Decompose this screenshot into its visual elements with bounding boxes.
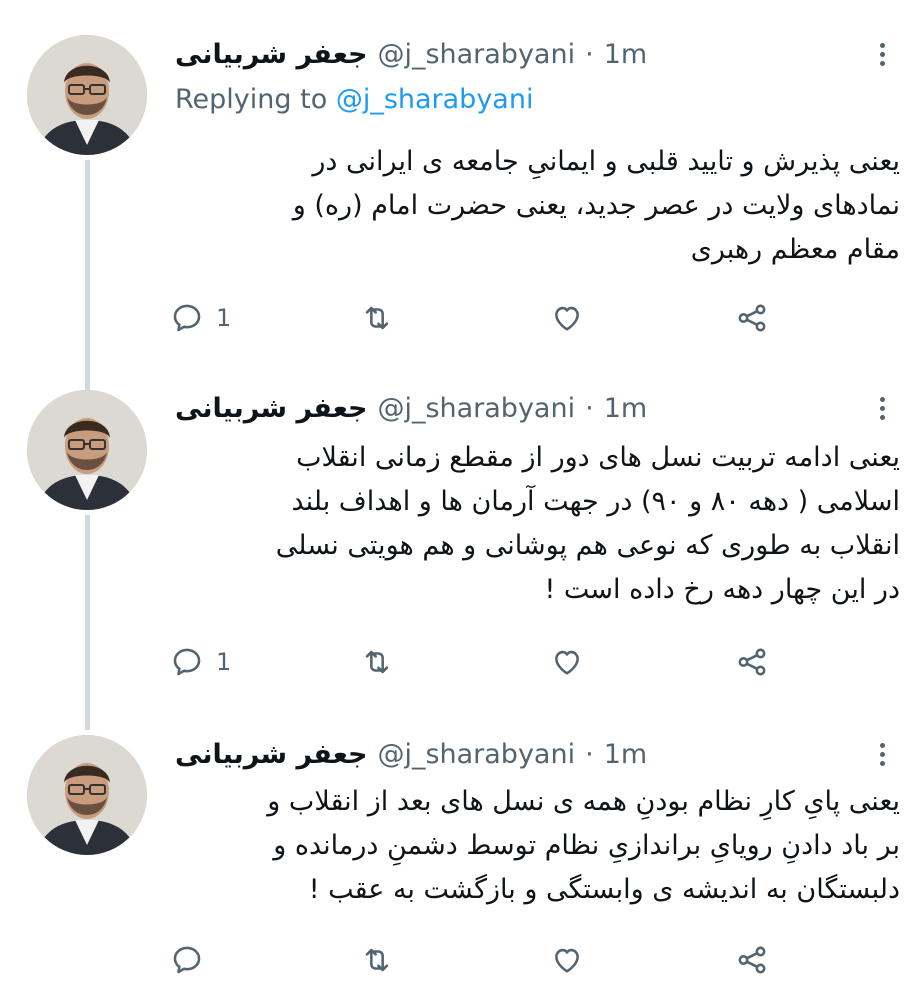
separator-dot: · xyxy=(585,738,594,770)
share-button[interactable] xyxy=(735,940,769,980)
avatar[interactable] xyxy=(27,35,147,155)
avatar[interactable] xyxy=(27,390,147,510)
share-button[interactable] xyxy=(735,298,769,338)
author-name[interactable]: جعفر شربیانی xyxy=(175,393,367,424)
like-button[interactable] xyxy=(550,940,584,980)
retweet-icon xyxy=(365,948,389,972)
tweet-text: یعنی پذیرش و تایید قلبی و ایمانیِ جامعه … xyxy=(170,140,900,272)
timestamp[interactable]: 1m xyxy=(604,393,647,424)
tweet-text-line: یعنی پذیرش و تایید قلبی و ایمانیِ جامعه … xyxy=(312,146,900,177)
retweet-icon xyxy=(365,306,389,330)
author-name[interactable]: جعفر شربیانی xyxy=(175,39,367,70)
reply-count: 1 xyxy=(216,304,232,332)
replying-handle-link[interactable]: @j_sharabyani xyxy=(336,84,534,115)
reply-button[interactable]: 1 xyxy=(170,642,231,682)
tweet-text: یعنی ادامه تربیت نسل های دور از مقطع زما… xyxy=(170,436,900,612)
avatar[interactable] xyxy=(27,735,147,855)
author-handle[interactable]: @j_sharabyani xyxy=(377,39,575,70)
tweet-text: یعنی پایِ کارِ نظام بودنِ همه ی نسل های … xyxy=(170,780,900,912)
retweet-button[interactable] xyxy=(360,298,394,338)
thread-connector xyxy=(85,160,90,390)
author-name[interactable]: جعفر شربیانی xyxy=(175,739,367,770)
reply-count: 1 xyxy=(216,648,232,676)
replying-to: Replying to @j_sharabyani xyxy=(175,84,533,115)
tweet-thread: جعفر شربیانی @j_sharabyani · 1m Replying… xyxy=(0,0,923,1000)
tweet-text-line: یعنی ادامه تربیت نسل های دور از مقطع زما… xyxy=(296,442,900,473)
tweet-text-line: یعنی پایِ کارِ نظام بودنِ همه ی نسل های … xyxy=(267,786,900,817)
tweet-actions: 1 xyxy=(170,298,810,338)
more-options-icon[interactable] xyxy=(875,388,889,428)
reply-icon xyxy=(173,946,201,974)
thread-connector xyxy=(85,515,90,730)
tweet-actions xyxy=(170,940,810,980)
more-options-icon[interactable] xyxy=(875,734,889,774)
tweet-text-line: مقام معظم رهبری xyxy=(690,234,900,265)
tweet-actions: 1 xyxy=(170,642,810,682)
replying-prefix: Replying to xyxy=(175,84,328,115)
author-handle[interactable]: @j_sharabyani xyxy=(377,393,575,424)
separator-dot: · xyxy=(585,38,594,70)
retweet-icon xyxy=(365,650,389,674)
avatar-image xyxy=(27,35,147,155)
share-button[interactable] xyxy=(735,642,769,682)
reply-button[interactable] xyxy=(170,940,216,980)
avatar-image xyxy=(27,735,147,855)
share-icon xyxy=(738,648,766,676)
tweet-text-line: در این چهار دهه رخ داده است ! xyxy=(544,574,900,605)
like-button[interactable] xyxy=(550,642,584,682)
retweet-button[interactable] xyxy=(360,940,394,980)
reply-icon xyxy=(173,648,201,676)
timestamp[interactable]: 1m xyxy=(604,39,647,70)
share-icon xyxy=(738,304,766,332)
share-icon xyxy=(738,946,766,974)
like-icon xyxy=(555,650,579,675)
author-handle[interactable]: @j_sharabyani xyxy=(377,739,575,770)
like-button[interactable] xyxy=(550,298,584,338)
tweet-header: جعفر شربیانی @j_sharabyani · 1m xyxy=(175,34,863,74)
tweet-text-line: اسلامی ( دهه ۸۰ و ۹۰) در جهت آرمان ها و … xyxy=(291,486,900,517)
timestamp[interactable]: 1m xyxy=(604,739,647,770)
more-options-icon[interactable] xyxy=(875,34,889,74)
separator-dot: · xyxy=(585,392,594,424)
reply-icon xyxy=(173,304,201,332)
tweet-text-line: دلبستگان به اندیشه ی وابستگی و بازگشت به… xyxy=(308,874,900,905)
tweet-text-line: بر باد دادنِ رویایِ براندازیِ نظام توسط … xyxy=(273,830,900,861)
like-icon xyxy=(555,306,579,331)
retweet-button[interactable] xyxy=(360,642,394,682)
like-icon xyxy=(555,948,579,973)
tweet-text-line: نمادهای ولایت در عصر جدید، یعنی حضرت اما… xyxy=(292,190,900,221)
tweet-header: جعفر شربیانی @j_sharabyani · 1m xyxy=(175,734,863,774)
tweet-text-line: انقلاب به طوری که نوعی هم پوشانی و هم هو… xyxy=(275,530,900,561)
avatar-image xyxy=(27,390,147,510)
reply-button[interactable]: 1 xyxy=(170,298,231,338)
tweet-header: جعفر شربیانی @j_sharabyani · 1m xyxy=(175,388,863,428)
